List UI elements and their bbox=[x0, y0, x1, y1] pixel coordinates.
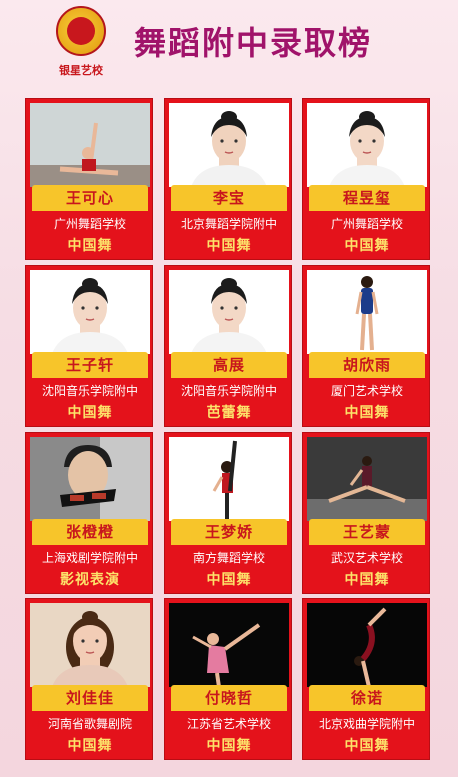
admitted-school: 北京舞蹈学院附中 bbox=[180, 217, 277, 231]
admitted-major: 中国舞 bbox=[206, 238, 252, 254]
student-name: 程昱玺 bbox=[309, 185, 425, 211]
student-card: 胡欣雨 厦门艺术学校 中国舞 bbox=[302, 265, 430, 427]
student-card: 高展 沈阳音乐学院附中 芭蕾舞 bbox=[164, 265, 292, 427]
admitted-major: 中国舞 bbox=[206, 572, 252, 588]
student-photo bbox=[307, 437, 427, 521]
student-card: 王艺蒙 武汉艺术学校 中国舞 bbox=[302, 432, 430, 594]
admitted-school: 北京戏曲学院附中 bbox=[318, 717, 415, 731]
admitted-major: 中国舞 bbox=[344, 738, 390, 754]
student-name: 王可心 bbox=[32, 185, 148, 211]
student-name: 徐诺 bbox=[309, 685, 425, 711]
student-card: 程昱玺 广州舞蹈学校 中国舞 bbox=[302, 98, 430, 260]
student-card: 王可心 广州舞蹈学校 中国舞 bbox=[25, 98, 153, 260]
student-photo bbox=[30, 270, 150, 354]
student-card: 张橙橙 上海戏剧学院附中 影视表演 bbox=[25, 432, 153, 594]
student-name: 王子轩 bbox=[32, 352, 148, 378]
admitted-school: 武汉艺术学校 bbox=[330, 551, 403, 565]
page-title: 舞蹈附中录取榜 bbox=[134, 24, 373, 62]
admitted-major: 芭蕾舞 bbox=[206, 405, 252, 421]
student-photo bbox=[307, 103, 427, 187]
student-name: 刘佳佳 bbox=[32, 685, 148, 711]
admitted-major: 中国舞 bbox=[344, 238, 390, 254]
student-name: 李宝 bbox=[171, 185, 287, 211]
admitted-school: 沈阳音乐学院附中 bbox=[41, 384, 138, 398]
student-name: 王艺蒙 bbox=[309, 519, 425, 545]
admitted-school: 河南省歌舞剧院 bbox=[47, 717, 132, 731]
student-name: 王梦娇 bbox=[171, 519, 287, 545]
student-name: 胡欣雨 bbox=[309, 352, 425, 378]
student-photo bbox=[30, 603, 150, 687]
admitted-major: 中国舞 bbox=[67, 738, 113, 754]
student-card: 王梦娇 南方舞蹈学校 中国舞 bbox=[164, 432, 292, 594]
admitted-major: 影视表演 bbox=[60, 572, 120, 588]
admitted-school: 广州舞蹈学校 bbox=[330, 217, 403, 231]
logo-emblem-icon bbox=[56, 6, 106, 56]
admitted-school: 南方舞蹈学校 bbox=[192, 551, 265, 565]
admitted-school: 厦门艺术学校 bbox=[330, 384, 403, 398]
student-name: 张橙橙 bbox=[32, 519, 148, 545]
admitted-major: 中国舞 bbox=[206, 738, 252, 754]
student-photo bbox=[169, 103, 289, 187]
student-photo bbox=[169, 603, 289, 687]
admitted-school: 上海戏剧学院附中 bbox=[41, 551, 138, 565]
student-photo bbox=[30, 103, 150, 187]
admitted-school: 沈阳音乐学院附中 bbox=[180, 384, 277, 398]
admitted-major: 中国舞 bbox=[67, 238, 113, 254]
admitted-school: 江苏省艺术学校 bbox=[186, 717, 271, 731]
admitted-school: 广州舞蹈学校 bbox=[53, 217, 126, 231]
student-photo bbox=[307, 603, 427, 687]
student-card: 徐诺 北京戏曲学院附中 中国舞 bbox=[302, 598, 430, 760]
admitted-major: 中国舞 bbox=[344, 405, 390, 421]
student-photo bbox=[169, 437, 289, 521]
logo-text: 银星艺校 bbox=[59, 64, 103, 77]
school-logo: 银星艺校 bbox=[46, 6, 116, 84]
student-card: 李宝 北京舞蹈学院附中 中国舞 bbox=[164, 98, 292, 260]
student-photo bbox=[307, 270, 427, 354]
student-card: 付晓哲 江苏省艺术学校 中国舞 bbox=[164, 598, 292, 760]
student-name: 付晓哲 bbox=[171, 685, 287, 711]
header: 银星艺校 舞蹈附中录取榜 bbox=[0, 0, 458, 88]
student-photo bbox=[30, 437, 150, 521]
student-photo bbox=[169, 270, 289, 354]
student-card: 刘佳佳 河南省歌舞剧院 中国舞 bbox=[25, 598, 153, 760]
admitted-major: 中国舞 bbox=[67, 405, 113, 421]
student-name: 高展 bbox=[171, 352, 287, 378]
student-card: 王子轩 沈阳音乐学院附中 中国舞 bbox=[25, 265, 153, 427]
admitted-major: 中国舞 bbox=[344, 572, 390, 588]
